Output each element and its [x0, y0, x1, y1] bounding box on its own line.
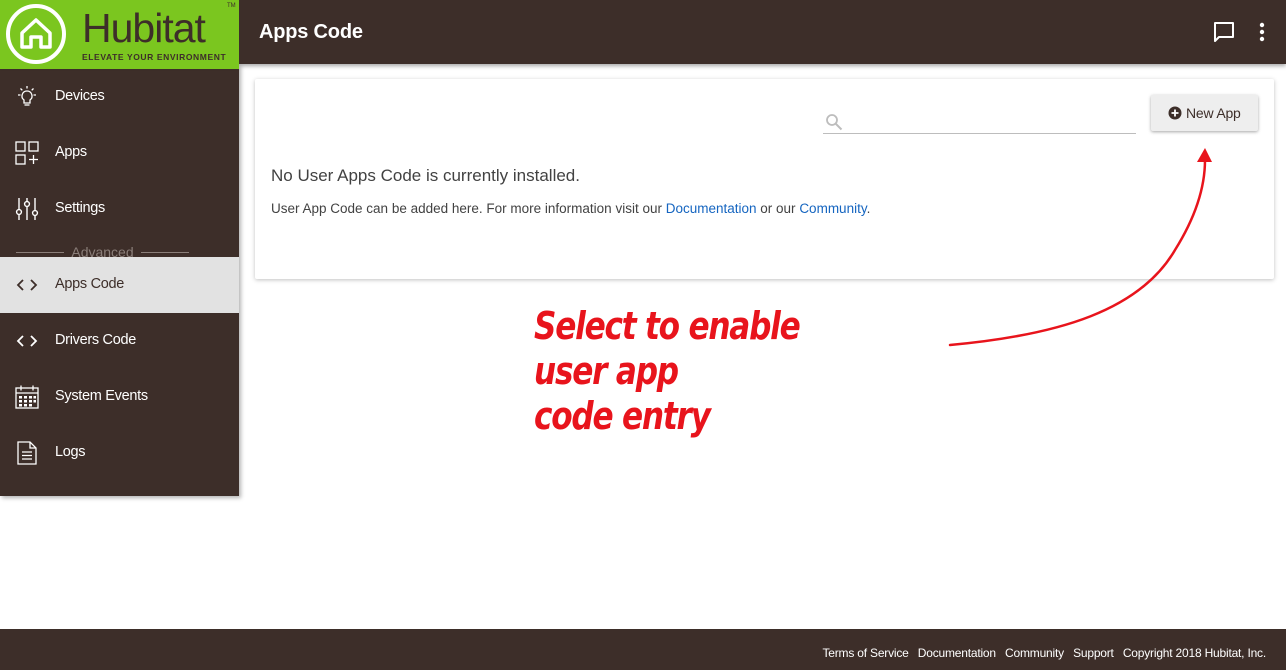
divider-line — [141, 252, 189, 253]
sidebar-item-label: Apps — [55, 144, 87, 160]
support-link[interactable]: Support — [1073, 646, 1114, 660]
sidebar-item-apps-code[interactable]: Apps Code — [0, 257, 239, 313]
info-middle: or our — [756, 201, 800, 216]
new-app-button[interactable]: New App — [1151, 95, 1258, 131]
annotation-text: Select to enable user app code entry — [534, 304, 878, 439]
apps-grid-icon — [15, 141, 39, 165]
page-title: Apps Code — [259, 21, 363, 43]
annotation-line: Select to enable user app — [534, 304, 801, 393]
document-icon — [17, 441, 37, 465]
info-suffix: . — [866, 201, 871, 216]
logo-trademark: TM — [227, 3, 236, 9]
info-prefix: User App Code can be added here. For mor… — [271, 201, 666, 216]
footer-links: Terms of Service Documentation Community… — [816, 646, 1266, 660]
top-app-bar: Hubitat TM ELEVATE YOUR ENVIRONMENT Apps… — [0, 0, 1286, 69]
sidebar-item-label: Apps Code — [55, 276, 125, 292]
app-root: Hubitat TM ELEVATE YOUR ENVIRONMENT Apps… — [0, 0, 1286, 670]
apps-code-card: New App No User Apps Code is currently i… — [255, 79, 1274, 279]
search-icon — [826, 114, 843, 131]
new-app-label: New App — [1186, 105, 1241, 121]
sidebar-item-drivers-code[interactable]: Drivers Code — [0, 313, 239, 369]
sidebar-item-label: Devices — [55, 88, 105, 104]
code-icon — [16, 279, 38, 291]
community-footer-link[interactable]: Community — [1005, 646, 1064, 660]
sidebar-item-settings[interactable]: Settings — [0, 181, 239, 237]
sidebar-item-logs[interactable]: Logs — [0, 425, 239, 481]
sidebar-item-label: Drivers Code — [55, 332, 137, 348]
hubitat-logo[interactable]: Hubitat TM ELEVATE YOUR ENVIRONMENT — [0, 0, 239, 69]
community-link[interactable]: Community — [799, 201, 866, 216]
annotation-line: code entry — [534, 394, 711, 438]
sidebar-item-label: Logs — [55, 444, 86, 460]
sidebar-item-devices[interactable]: Devices — [0, 69, 239, 125]
code-icon — [16, 335, 38, 347]
footer: Terms of Service Documentation Community… — [0, 629, 1286, 670]
search-input[interactable] — [851, 109, 1131, 133]
empty-message: No User Apps Code is currently installed… — [271, 166, 580, 185]
sidebar-item-label: Settings — [55, 200, 105, 216]
documentation-footer-link[interactable]: Documentation — [918, 646, 996, 660]
sidebar: Devices Apps Settings Advanced Apps Code… — [0, 64, 239, 496]
more-vert-icon[interactable] — [1252, 20, 1272, 44]
chat-icon[interactable] — [1212, 20, 1236, 44]
house-logo-icon — [6, 4, 66, 64]
add-circle-icon — [1168, 106, 1182, 120]
sidebar-item-apps[interactable]: Apps — [0, 125, 239, 181]
logo-tagline: ELEVATE YOUR ENVIRONMENT — [82, 52, 227, 62]
documentation-link[interactable]: Documentation — [666, 201, 757, 216]
sidebar-item-system-events[interactable]: System Events — [0, 369, 239, 425]
logo-wordmark: Hubitat — [82, 5, 206, 51]
sidebar-item-label: System Events — [55, 388, 148, 404]
calendar-icon — [15, 385, 39, 409]
sliders-icon — [15, 198, 39, 220]
copyright-text: Copyright 2018 Hubitat, Inc. — [1122, 646, 1266, 660]
info-text: User App Code can be added here. For mor… — [271, 201, 870, 216]
terms-link[interactable]: Terms of Service — [822, 646, 908, 660]
lightbulb-icon — [18, 86, 36, 106]
search-field — [823, 109, 1136, 134]
